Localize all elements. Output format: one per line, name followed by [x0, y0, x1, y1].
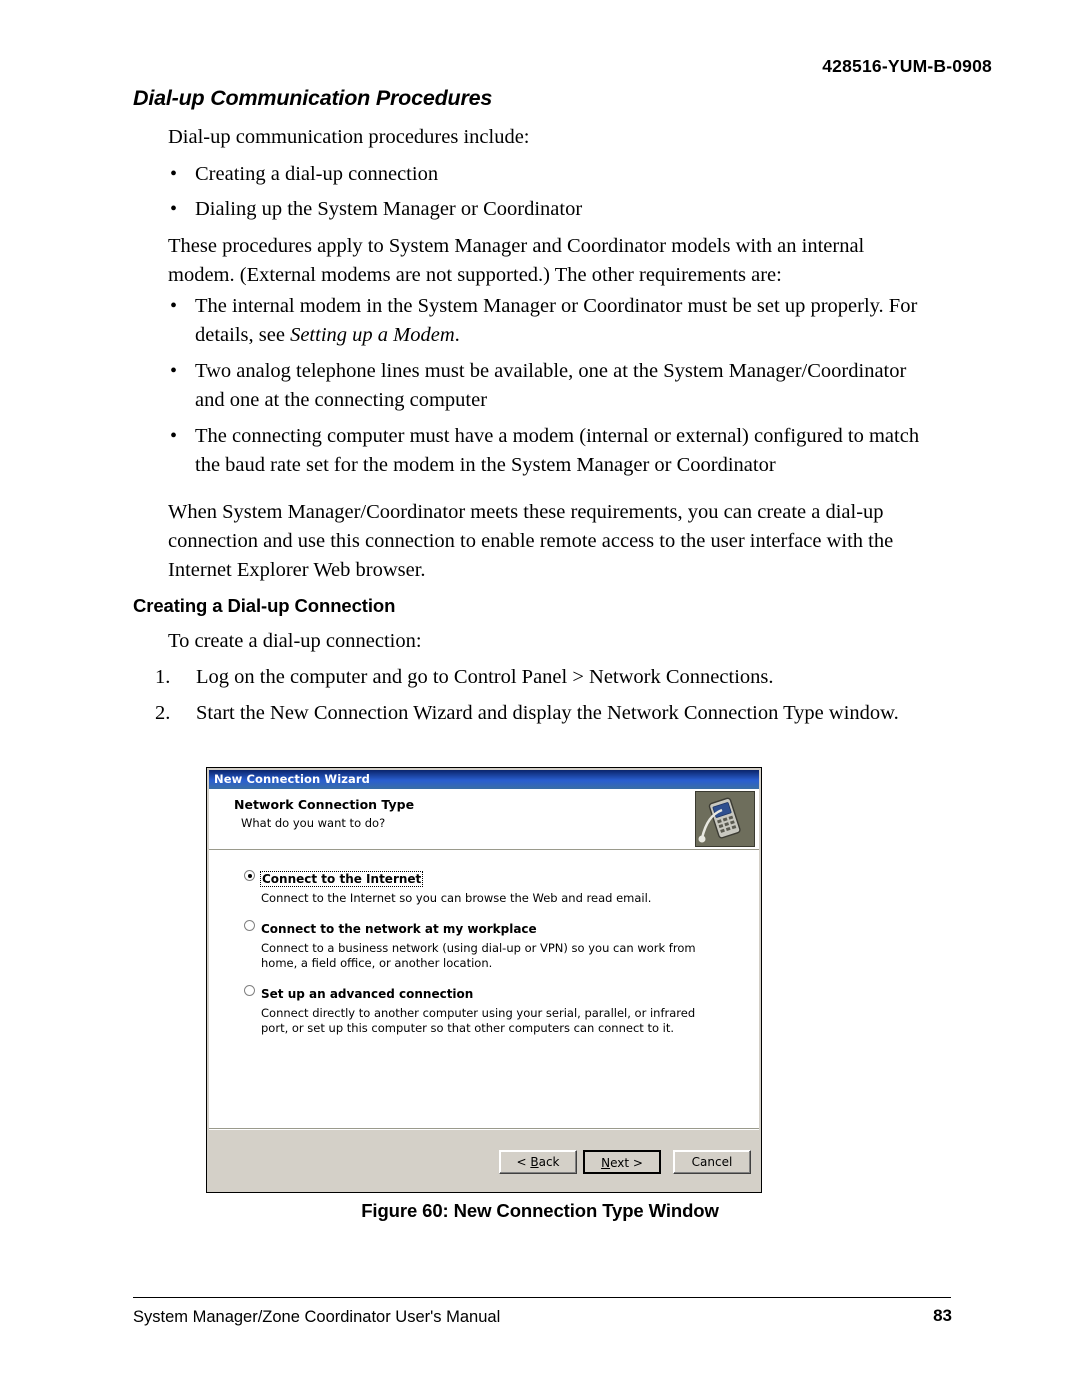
list-item: 1. Log on the computer and go to Control…: [133, 663, 933, 692]
summary-text: When System Manager/Coordinator meets th…: [168, 501, 894, 581]
list-item: • The connecting computer must have a mo…: [133, 422, 933, 480]
wizard-screenshot: New Connection Wizard Network Connection…: [206, 767, 762, 1193]
list-item-label: Two analog telephone lines must be avail…: [195, 360, 907, 411]
footer-title: System Manager/Zone Coordinator User's M…: [133, 1308, 501, 1326]
numbered-step-list: 1. Log on the computer and go to Control…: [133, 663, 933, 728]
page-title: Dial-up Communication Procedures: [133, 86, 493, 110]
wizard-button-bar: < Back Next > Cancel: [209, 1128, 759, 1190]
back-button[interactable]: < Back: [499, 1150, 577, 1174]
wizard-header: Network Connection Type What do you want…: [209, 789, 759, 850]
option-description: Connect to a business network (using dia…: [261, 941, 696, 970]
requirements-bullet-list: • The internal modem in the System Manag…: [133, 292, 933, 480]
list-item: • Dialing up the System Manager or Coord…: [133, 195, 933, 224]
option-label[interactable]: Connect to the Internet: [259, 871, 424, 887]
window-title: New Connection Wizard: [214, 772, 370, 786]
figure-caption: Figure 60: New Connection Type Window: [361, 1200, 719, 1221]
list-item: • Creating a dial-up connection: [133, 160, 933, 189]
requirements-intro-paragraph: These procedures apply to System Manager…: [133, 232, 933, 290]
next-button[interactable]: Next >: [583, 1150, 661, 1174]
wizard-subheading: What do you want to do?: [241, 816, 386, 830]
subsection-lead-in: To create a dial-up connection:: [133, 627, 933, 656]
step-number: 2.: [155, 702, 171, 724]
list-item-emphasis: Setting up a Modem: [290, 324, 455, 346]
bullet-icon: •: [170, 198, 178, 220]
step-text: Log on the computer and go to Control Pa…: [196, 666, 774, 688]
page-number: 83: [933, 1306, 952, 1325]
option-label[interactable]: Connect to the network at my workplace: [261, 922, 537, 936]
subsection-title: Creating a Dial-up Connection: [133, 595, 396, 616]
option-connect-to-workplace[interactable]: Connect to the network at my workplace C…: [244, 918, 731, 971]
list-item: • The internal modem in the System Manag…: [133, 292, 933, 350]
list-item-label: Creating a dial-up connection: [195, 163, 439, 185]
radio-icon[interactable]: [244, 985, 255, 996]
option-label[interactable]: Set up an advanced connection: [261, 987, 473, 1001]
list-item-label-end: .: [454, 324, 460, 346]
network-connection-icon-svg: [696, 792, 754, 846]
window-title-bar: New Connection Wizard: [209, 770, 759, 789]
list-item-label: The connecting computer must have a mode…: [195, 425, 920, 476]
subsection-lead-in-text: To create a dial-up connection:: [168, 630, 422, 652]
wizard-options-panel: Connect to the Internet Connect to the I…: [209, 850, 759, 1129]
wizard-heading: Network Connection Type: [234, 797, 415, 812]
bullet-icon: •: [170, 425, 178, 447]
option-connect-to-internet[interactable]: Connect to the Internet Connect to the I…: [244, 868, 731, 906]
requirements-intro-text: These procedures apply to System Manager…: [168, 235, 865, 286]
list-item: 2. Start the New Connection Wizard and d…: [133, 699, 933, 728]
step-text: Start the New Connection Wizard and disp…: [196, 702, 899, 724]
option-advanced-connection[interactable]: Set up an advanced connection Connect di…: [244, 983, 731, 1036]
option-description: Connect to the Internet so you can brows…: [261, 891, 652, 905]
bullet-icon: •: [170, 295, 178, 317]
document-number: 428516-YUM-B-0908: [822, 56, 992, 76]
radio-icon[interactable]: [244, 920, 255, 931]
page: 428516-YUM-B-0908 Dial-up Communication …: [0, 0, 1080, 1397]
option-description: Connect directly to another computer usi…: [261, 1006, 696, 1035]
intro-bullet-list: • Creating a dial-up connection • Dialin…: [133, 160, 933, 224]
intro-paragraph: Dial-up communication procedures include…: [133, 123, 933, 152]
footer-divider: [133, 1297, 951, 1298]
step-number: 1.: [155, 666, 171, 688]
radio-icon[interactable]: [244, 870, 255, 881]
intro-text: Dial-up communication procedures include…: [168, 126, 530, 148]
cancel-button[interactable]: Cancel: [673, 1150, 751, 1174]
bullet-icon: •: [170, 163, 178, 185]
summary-paragraph: When System Manager/Coordinator meets th…: [133, 498, 933, 585]
network-connection-icon: [695, 791, 755, 847]
list-item-label: Dialing up the System Manager or Coordin…: [195, 198, 583, 220]
bullet-icon: •: [170, 360, 178, 382]
list-item: • Two analog telephone lines must be ava…: [133, 357, 933, 415]
